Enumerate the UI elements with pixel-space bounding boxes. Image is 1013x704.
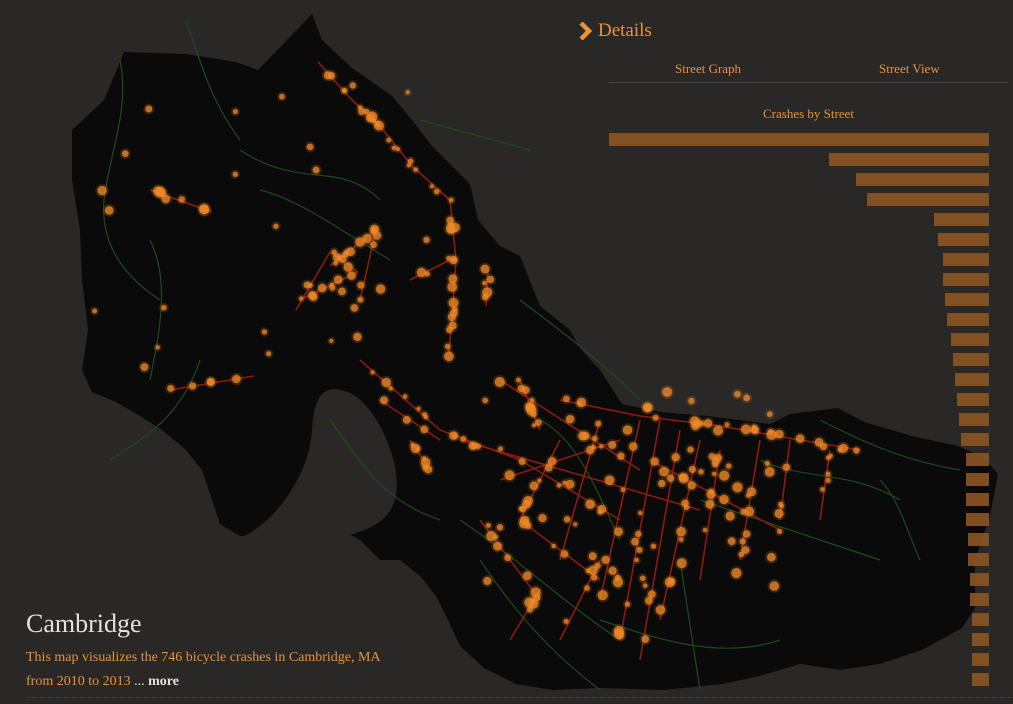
street-bar[interactable] [952, 353, 989, 366]
street-bar[interactable] [937, 233, 989, 246]
street-bar[interactable] [971, 613, 989, 626]
description-years: from 2010 to 2013 [26, 674, 131, 689]
street-bar[interactable] [947, 313, 989, 326]
crashes-by-street-chart [609, 0, 1009, 704]
chevron-right-icon [579, 22, 593, 40]
street-bar[interactable] [966, 453, 989, 466]
street-bar[interactable] [971, 633, 989, 646]
street-bar[interactable] [945, 293, 989, 306]
info-panel: Cambridge This map visualizes the 746 bi… [26, 608, 406, 694]
street-bar[interactable] [951, 333, 989, 346]
ellipsis: ... [134, 674, 145, 689]
street-bar[interactable] [958, 413, 989, 426]
street-bar[interactable] [966, 473, 989, 486]
street-bar[interactable] [954, 373, 989, 386]
street-bar[interactable] [968, 553, 989, 566]
street-bar[interactable] [971, 653, 989, 666]
street-bar[interactable] [867, 193, 989, 206]
bottom-divider [26, 697, 1013, 698]
description: This map visualizes the 746 bicycle cras… [26, 646, 406, 694]
street-bar[interactable] [956, 393, 989, 406]
street-bar[interactable] [966, 493, 989, 506]
street-bar[interactable] [856, 173, 989, 186]
street-bar[interactable] [968, 533, 989, 546]
city-title: Cambridge [26, 609, 142, 638]
street-bar[interactable] [966, 513, 989, 526]
street-bar[interactable] [960, 433, 989, 446]
street-bar[interactable] [970, 593, 989, 606]
street-bar[interactable] [970, 573, 989, 586]
street-bar[interactable] [943, 253, 989, 266]
street-bar[interactable] [933, 213, 989, 226]
more-link[interactable]: more [148, 674, 179, 689]
street-bar[interactable] [971, 673, 989, 686]
street-bar[interactable] [943, 273, 989, 286]
street-bar[interactable] [609, 133, 989, 146]
street-bar[interactable] [829, 153, 989, 166]
description-text: This map visualizes the 746 bicycle cras… [26, 650, 381, 665]
